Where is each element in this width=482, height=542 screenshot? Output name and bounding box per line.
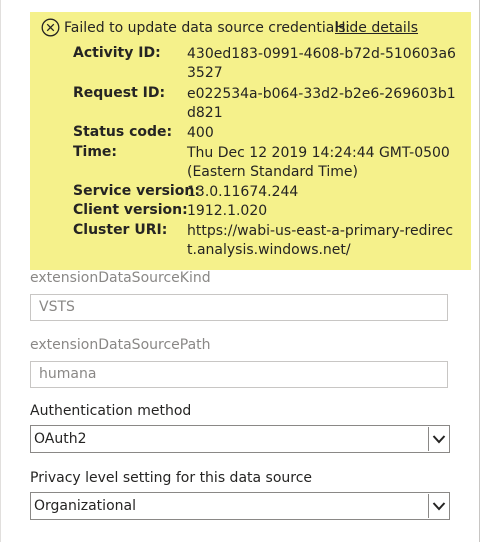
auth-method-label: Authentication method — [30, 403, 192, 419]
time-value: Thu Dec 12 2019 14:24:44 GMT-0500 (Easte… — [187, 145, 450, 180]
privacy-level-select[interactable]: Organizational — [30, 492, 450, 520]
cluster-uri-value: https://wabi-us-east-a-primary-redirect.… — [187, 223, 454, 258]
auth-method-value: OAuth2 — [34, 431, 87, 447]
data-source-kind-field: VSTS — [30, 294, 448, 321]
chevron-down-icon — [432, 435, 445, 444]
data-source-path-label: extensionDataSourcePath — [30, 337, 211, 353]
close-circle-icon — [41, 18, 60, 37]
service-version-value: 13.0.11674.244 — [187, 184, 299, 200]
activity-id-value: 430ed183-0991-4608-b72d-510603a63527 — [187, 46, 456, 81]
credentials-panel: Failed to update data source credentials… — [0, 0, 482, 542]
status-code-value: 400 — [187, 125, 214, 141]
privacy-level-value: Organizational — [34, 498, 136, 514]
activity-id-label: Activity ID: — [73, 45, 161, 61]
error-message: Failed to update data source credentials… — [64, 20, 351, 36]
error-banner: Failed to update data source credentials… — [30, 12, 471, 270]
cluster-uri-label: Cluster URI: — [73, 222, 168, 238]
privacy-level-dropdown-button[interactable] — [428, 494, 448, 518]
client-version-value: 1912.1.020 — [187, 203, 268, 219]
status-code-label: Status code: — [73, 124, 173, 140]
request-id-value: e022534a-b064-33d2-b2e6-269603b1d821 — [187, 86, 456, 121]
time-label: Time: — [73, 144, 118, 160]
service-version-label: Service version: — [73, 183, 200, 199]
panel-right-edge — [479, 0, 480, 542]
panel-left-edge — [0, 0, 1, 542]
auth-method-select[interactable]: OAuth2 — [30, 425, 450, 453]
privacy-level-label: Privacy level setting for this data sour… — [30, 470, 313, 486]
request-id-label: Request ID: — [73, 85, 166, 101]
client-version-label: Client version: — [73, 202, 188, 218]
data-source-kind-label: extensionDataSourceKind — [30, 270, 211, 286]
auth-method-dropdown-button[interactable] — [428, 427, 448, 451]
hide-details-link[interactable]: Hide details — [335, 20, 418, 36]
data-source-path-field: humana — [30, 361, 448, 388]
chevron-down-icon — [432, 502, 445, 511]
